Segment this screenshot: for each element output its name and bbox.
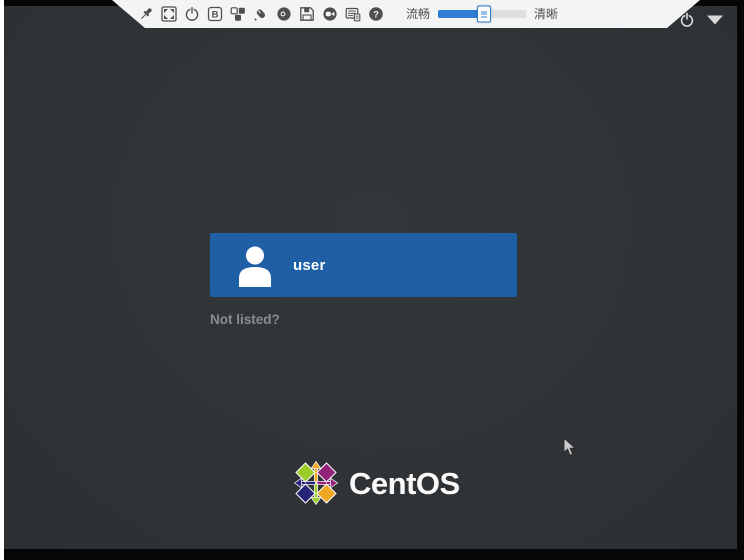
quality-slider-handle[interactable]: [477, 6, 491, 23]
camera-icon[interactable]: [322, 6, 338, 22]
quality-slider-group: 流畅 清晰: [406, 8, 558, 20]
quality-smooth-label: 流畅: [406, 8, 430, 20]
quality-hd-label: 清晰: [534, 8, 558, 20]
keyboard-settings-icon[interactable]: [345, 6, 361, 22]
keyboard-b-icon[interactable]: B: [207, 6, 223, 22]
username-label: user: [293, 257, 326, 274]
floppy-icon[interactable]: [299, 6, 315, 22]
disc-icon[interactable]: [276, 6, 292, 22]
toolbar-icon-group: B: [138, 6, 384, 22]
hotkeys-icon[interactable]: [230, 6, 246, 22]
not-listed-link[interactable]: Not listed?: [210, 312, 280, 327]
help-icon[interactable]: ?: [368, 6, 384, 22]
user-tile[interactable]: user: [210, 233, 517, 297]
centos-brand: CentOS: [294, 461, 460, 505]
remote-screen: user Not listed? CentOS: [4, 6, 737, 549]
svg-text:?: ?: [373, 9, 379, 20]
viewer-toolbar: B: [112, 0, 700, 28]
mouse-icon[interactable]: [253, 6, 269, 22]
power-icon[interactable]: [184, 6, 200, 22]
pin-icon[interactable]: [138, 6, 154, 22]
svg-text:B: B: [212, 10, 219, 21]
fullscreen-icon[interactable]: [161, 6, 177, 22]
centos-logo-icon: [294, 461, 338, 505]
centos-wordmark: CentOS: [349, 468, 460, 499]
user-avatar-icon: [233, 243, 277, 287]
quality-slider-track[interactable]: [438, 10, 526, 18]
mouse-cursor: [563, 437, 577, 457]
session-menu-caret[interactable]: [707, 12, 723, 28]
